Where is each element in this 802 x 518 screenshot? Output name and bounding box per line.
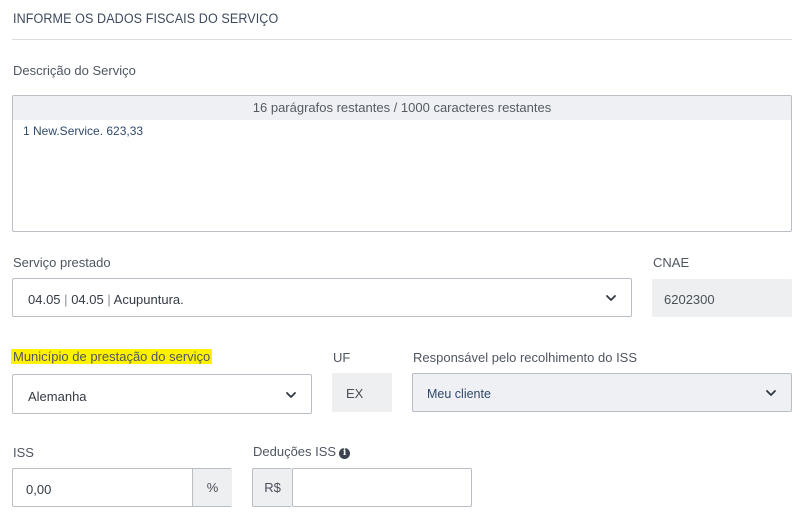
description-counter: 16 parágrafos restantes / 1000 caractere… bbox=[13, 96, 791, 120]
municipio-label-text: Município de prestação do serviço bbox=[11, 349, 213, 364]
section-divider bbox=[12, 39, 792, 40]
chevron-down-icon bbox=[765, 387, 777, 399]
responsavel-value: Meu cliente bbox=[427, 387, 491, 401]
info-icon[interactable]: i bbox=[339, 448, 351, 459]
municipio-select[interactable]: Alemanha bbox=[12, 374, 312, 414]
service-code-1: 04.05 bbox=[28, 292, 61, 307]
uf-value: EX bbox=[346, 386, 364, 401]
cnae-label: CNAE bbox=[653, 255, 690, 270]
chevron-down-icon bbox=[605, 292, 617, 304]
description-text: 1 New.Service. 623,33 bbox=[23, 124, 144, 138]
service-label: Serviço prestado bbox=[13, 255, 111, 270]
iss-label: ISS bbox=[13, 445, 34, 460]
iss-percent-suffix: % bbox=[192, 469, 232, 506]
uf-label: UF bbox=[333, 350, 351, 365]
cnae-field: 6202300 bbox=[652, 279, 792, 317]
iss-field: 0,00 % bbox=[12, 468, 232, 507]
service-name: Acupuntura. bbox=[113, 292, 184, 307]
cnae-value: 6202300 bbox=[664, 292, 715, 307]
service-select[interactable]: 04.05 | 04.05 | Acupuntura. bbox=[12, 278, 632, 317]
chevron-down-icon bbox=[285, 389, 297, 401]
service-separator-1: | bbox=[64, 292, 68, 307]
service-separator-2: | bbox=[107, 292, 111, 307]
responsavel-select[interactable]: Meu cliente bbox=[412, 373, 792, 412]
deducoes-label-row: Deduções ISS i bbox=[253, 444, 351, 459]
responsavel-label: Responsável pelo recolhimento do ISS bbox=[413, 350, 638, 365]
description-textarea[interactable]: 16 parágrafos restantes / 1000 caractere… bbox=[12, 95, 792, 232]
deducoes-currency-prefix: R$ bbox=[252, 468, 292, 507]
municipio-value: Alemanha bbox=[28, 389, 87, 404]
deducoes-input[interactable] bbox=[292, 468, 472, 507]
section-title: INFORME OS DADOS FISCAIS DO SERVIÇO bbox=[13, 11, 279, 26]
deducoes-label: Deduções ISS bbox=[253, 444, 337, 459]
service-code-2: 04.05 bbox=[71, 292, 104, 307]
description-label: Descrição do Serviço bbox=[13, 63, 136, 78]
iss-input[interactable]: 0,00 bbox=[26, 482, 51, 497]
service-selected-value: 04.05 | 04.05 | Acupuntura. bbox=[28, 292, 184, 307]
uf-field: EX bbox=[332, 373, 392, 412]
municipio-label: Município de prestação do serviço bbox=[11, 349, 213, 364]
